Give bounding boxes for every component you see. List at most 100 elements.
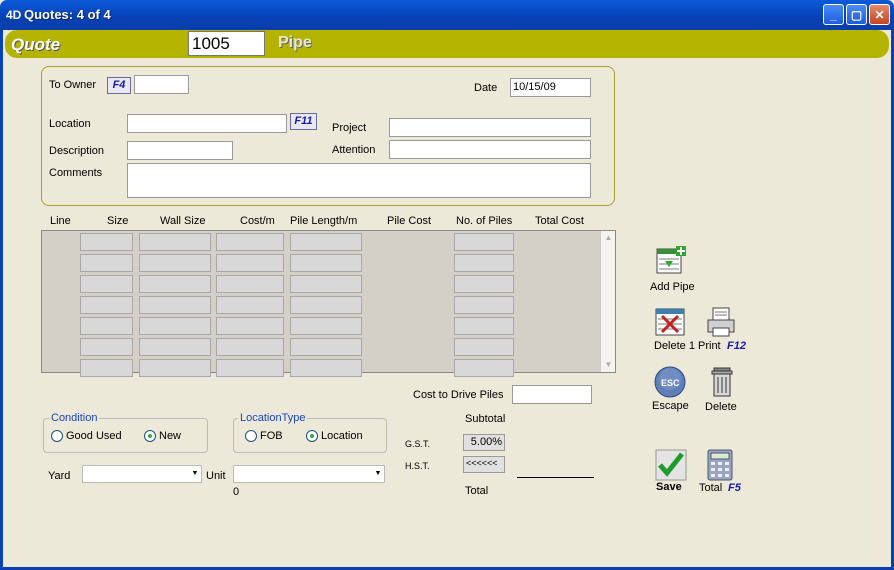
chevron-down-icon[interactable]: ▼ xyxy=(372,466,384,482)
table-cell-no-of-piles[interactable] xyxy=(454,233,514,251)
column-header-pile-cost[interactable]: Pile Cost xyxy=(387,215,431,227)
column-header-cost-per-m[interactable]: Cost/m xyxy=(240,215,275,227)
escape-button[interactable]: ESC Escape xyxy=(651,366,693,414)
escape-label: Escape xyxy=(652,400,689,412)
location-type-group-title: LocationType xyxy=(238,412,308,424)
to-owner-field[interactable] xyxy=(134,75,189,94)
location-type-fob-radio[interactable] xyxy=(245,430,257,442)
table-cell-pile-length[interactable] xyxy=(290,275,362,293)
comments-field[interactable] xyxy=(127,163,591,198)
table-cell-pile-length[interactable] xyxy=(290,254,362,272)
minimize-icon: _ xyxy=(830,7,837,22)
add-pipe-button[interactable]: Add Pipe xyxy=(648,245,695,295)
close-icon: ✕ xyxy=(874,7,885,22)
column-header-pile-length[interactable]: Pile Length/m xyxy=(290,215,357,227)
column-header-wall-size[interactable]: Wall Size xyxy=(160,215,205,227)
table-cell-cost-per-m[interactable] xyxy=(216,254,284,272)
quote-number-field[interactable]: 1005 xyxy=(188,31,265,56)
total-button-label: Total xyxy=(699,482,723,494)
table-cell-wall-size[interactable] xyxy=(139,296,211,314)
chevron-down-icon[interactable]: ▼ xyxy=(189,466,201,482)
table-cell-cost-per-m[interactable] xyxy=(216,338,284,356)
table-cell-no-of-piles[interactable] xyxy=(454,254,514,272)
print-button[interactable]: Print F12 xyxy=(698,306,750,354)
location-type-location-radio[interactable] xyxy=(306,430,318,442)
delete-button[interactable]: Delete xyxy=(703,366,741,414)
condition-new-label[interactable]: New xyxy=(159,430,181,442)
maximize-icon: ▢ xyxy=(850,7,863,22)
table-cell-size[interactable] xyxy=(80,338,133,356)
scroll-up-icon[interactable]: ▲ xyxy=(601,231,616,245)
delete-one-label: Delete 1 xyxy=(654,340,695,352)
save-button[interactable]: Save xyxy=(653,449,689,497)
cost-to-drive-piles-label: Cost to Drive Piles xyxy=(413,389,504,401)
table-cell-no-of-piles[interactable] xyxy=(454,296,514,314)
printer-icon xyxy=(707,307,735,337)
unit-dropdown[interactable]: ▼ xyxy=(233,465,385,483)
maximize-button[interactable]: ▢ xyxy=(846,4,867,25)
table-cell-wall-size[interactable] xyxy=(139,254,211,272)
table-cell-pile-length[interactable] xyxy=(290,317,362,335)
close-button[interactable]: ✕ xyxy=(869,4,890,25)
table-cell-no-of-piles[interactable] xyxy=(454,338,514,356)
location-lookup-button[interactable]: F11 xyxy=(290,113,317,130)
column-header-size[interactable]: Size xyxy=(107,215,128,227)
yard-dropdown[interactable]: ▼ xyxy=(82,465,202,483)
comments-label: Comments xyxy=(49,167,103,179)
total-button[interactable]: Total F5 xyxy=(698,449,748,497)
table-cell-pile-length[interactable] xyxy=(290,338,362,356)
to-owner-label: To Owner xyxy=(49,79,97,91)
table-cell-pile-length[interactable] xyxy=(290,296,362,314)
table-cell-pile-length[interactable] xyxy=(290,359,362,377)
table-cell-size[interactable] xyxy=(80,254,133,272)
date-field[interactable]: 10/15/09 xyxy=(510,78,591,97)
subtotal-label: Subtotal xyxy=(465,413,506,425)
print-label: Print xyxy=(698,340,721,352)
table-cell-pile-length[interactable] xyxy=(290,233,362,251)
table-cell-cost-per-m[interactable] xyxy=(216,359,284,377)
table-cell-size[interactable] xyxy=(80,233,133,251)
attention-field[interactable] xyxy=(389,140,591,159)
condition-good-used-radio[interactable] xyxy=(51,430,63,442)
table-cell-wall-size[interactable] xyxy=(139,338,211,356)
delete-one-button[interactable]: Delete 1 xyxy=(653,306,695,354)
scroll-down-icon[interactable]: ▼ xyxy=(601,358,616,372)
table-cell-size[interactable] xyxy=(80,359,133,377)
table-cell-cost-per-m[interactable] xyxy=(216,275,284,293)
table-cell-cost-per-m[interactable] xyxy=(216,233,284,251)
column-header-no-of-piles[interactable]: No. of Piles xyxy=(456,215,512,227)
column-header-total-cost[interactable]: Total Cost xyxy=(535,215,584,227)
description-field[interactable] xyxy=(127,141,233,160)
table-vertical-scrollbar[interactable]: ▲ ▼ xyxy=(600,231,615,372)
project-field[interactable] xyxy=(389,118,591,137)
table-cell-size[interactable] xyxy=(80,317,133,335)
gst-label: G.S.T. xyxy=(405,439,431,449)
location-type-fob-label[interactable]: FOB xyxy=(260,430,283,442)
hst-rate-field[interactable]: <<<<<< xyxy=(463,456,505,473)
table-cell-wall-size[interactable] xyxy=(139,317,211,335)
table-cell-wall-size[interactable] xyxy=(139,233,211,251)
location-type-location-label[interactable]: Location xyxy=(321,430,363,442)
condition-good-used-label[interactable]: Good Used xyxy=(66,430,122,442)
table-cell-cost-per-m[interactable] xyxy=(216,317,284,335)
total-underline xyxy=(517,477,594,478)
table-cell-wall-size[interactable] xyxy=(139,359,211,377)
condition-new-radio[interactable] xyxy=(144,430,156,442)
table-cell-wall-size[interactable] xyxy=(139,275,211,293)
calculator-icon xyxy=(707,449,733,481)
table-cell-cost-per-m[interactable] xyxy=(216,296,284,314)
table-cell-no-of-piles[interactable] xyxy=(454,317,514,335)
table-cell-size[interactable] xyxy=(80,296,133,314)
gst-rate-field[interactable]: 5.00% xyxy=(463,434,505,451)
to-owner-lookup-button[interactable]: F4 xyxy=(107,77,131,94)
table-cell-no-of-piles[interactable] xyxy=(454,275,514,293)
minimize-button[interactable]: _ xyxy=(823,4,844,25)
window-titlebar[interactable]: 4D Quotes: 4 of 4 _ ▢ ✕ xyxy=(0,0,894,30)
condition-group-title: Condition xyxy=(49,412,100,424)
column-header-line[interactable]: Line xyxy=(50,215,71,227)
location-field[interactable] xyxy=(127,114,287,133)
attention-label: Attention xyxy=(332,144,376,156)
table-cell-size[interactable] xyxy=(80,275,133,293)
cost-to-drive-piles-field[interactable] xyxy=(512,385,592,404)
table-cell-no-of-piles[interactable] xyxy=(454,359,514,377)
